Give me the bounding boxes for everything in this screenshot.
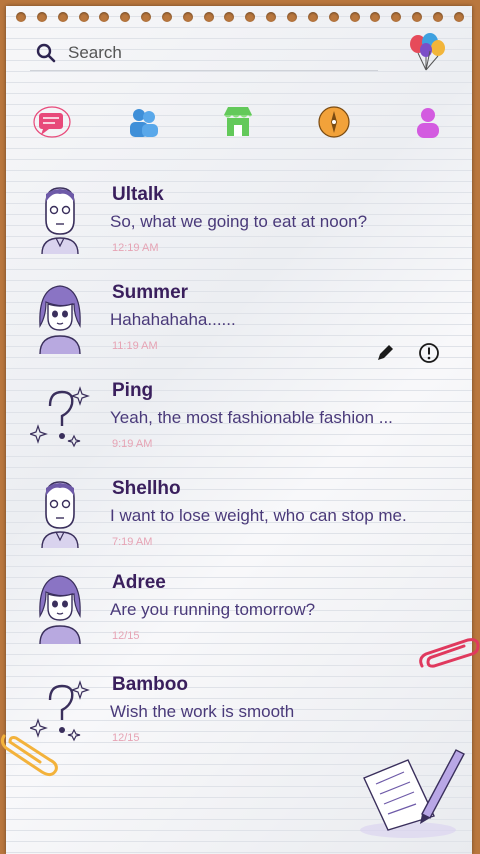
tab-profile[interactable] (408, 100, 448, 144)
tab-bar (30, 100, 450, 150)
chat-time: 12/15 (112, 630, 140, 642)
chat-time: 12/15 (112, 732, 140, 744)
tab-store[interactable] (218, 100, 258, 144)
paperclip-icon (419, 638, 480, 668)
chat-item-actions (374, 342, 444, 364)
boy-avatar-icon (41, 481, 79, 549)
chat-message: Are you running tomorrow? (110, 600, 316, 619)
chat-item-ultalk[interactable]: Ultalk So, what we going to eat at noon?… (0, 184, 480, 280)
chat-time: 9:19 AM (112, 438, 153, 450)
boy-avatar-icon (41, 187, 79, 255)
chat-item-adree[interactable]: Adree Are you running tomorrow? 12/15 (0, 572, 480, 668)
tab-messages[interactable] (32, 100, 72, 144)
alert-info-icon[interactable] (418, 342, 440, 364)
chat-time: 11:19 AM (112, 340, 158, 352)
chat-name: Adree (112, 572, 166, 593)
people-icon (130, 109, 158, 137)
question-avatar-icon (30, 386, 90, 448)
chat-time: 12:19 AM (112, 242, 159, 254)
person-icon (417, 108, 439, 138)
chat-message: I want to lose weight, who can stop me. (110, 506, 407, 525)
shop-icon (224, 107, 252, 136)
letter-pen-icon (360, 749, 465, 838)
girl-avatar-icon (39, 285, 81, 355)
search-bar[interactable] (30, 36, 378, 71)
chat-item-ping[interactable]: Ping Yeah, the most fashionable fashion … (0, 380, 480, 476)
paperclip-icon (0, 734, 58, 777)
balloons-icon[interactable] (404, 30, 450, 76)
edit-pencil-icon[interactable] (374, 342, 396, 364)
tab-contacts[interactable] (124, 100, 164, 144)
chat-message: So, what we going to eat at noon? (110, 212, 368, 231)
chat-item-shellho[interactable]: Shellho I want to lose weight, who can s… (0, 478, 480, 574)
chat-message: Hahahahaha...... (110, 310, 236, 329)
chat-name: Ping (112, 380, 154, 401)
chat-time: 7:19 AM (112, 536, 153, 548)
chat-name: Summer (112, 282, 189, 303)
tab-discover[interactable] (314, 100, 354, 144)
search-icon (36, 43, 56, 63)
girl-avatar-icon (39, 575, 81, 645)
chat-name: Ultalk (112, 184, 164, 205)
paper-perforation (16, 12, 464, 26)
chat-name: Bamboo (112, 674, 188, 695)
chat-name: Shellho (112, 478, 181, 499)
chat-message: Yeah, the most fashionable fashion ... (110, 408, 393, 427)
chat-message: Wish the work is smooth (110, 702, 295, 721)
search-input[interactable] (66, 42, 350, 64)
compass-icon (318, 106, 350, 138)
chat-bubble-icon (33, 106, 71, 138)
